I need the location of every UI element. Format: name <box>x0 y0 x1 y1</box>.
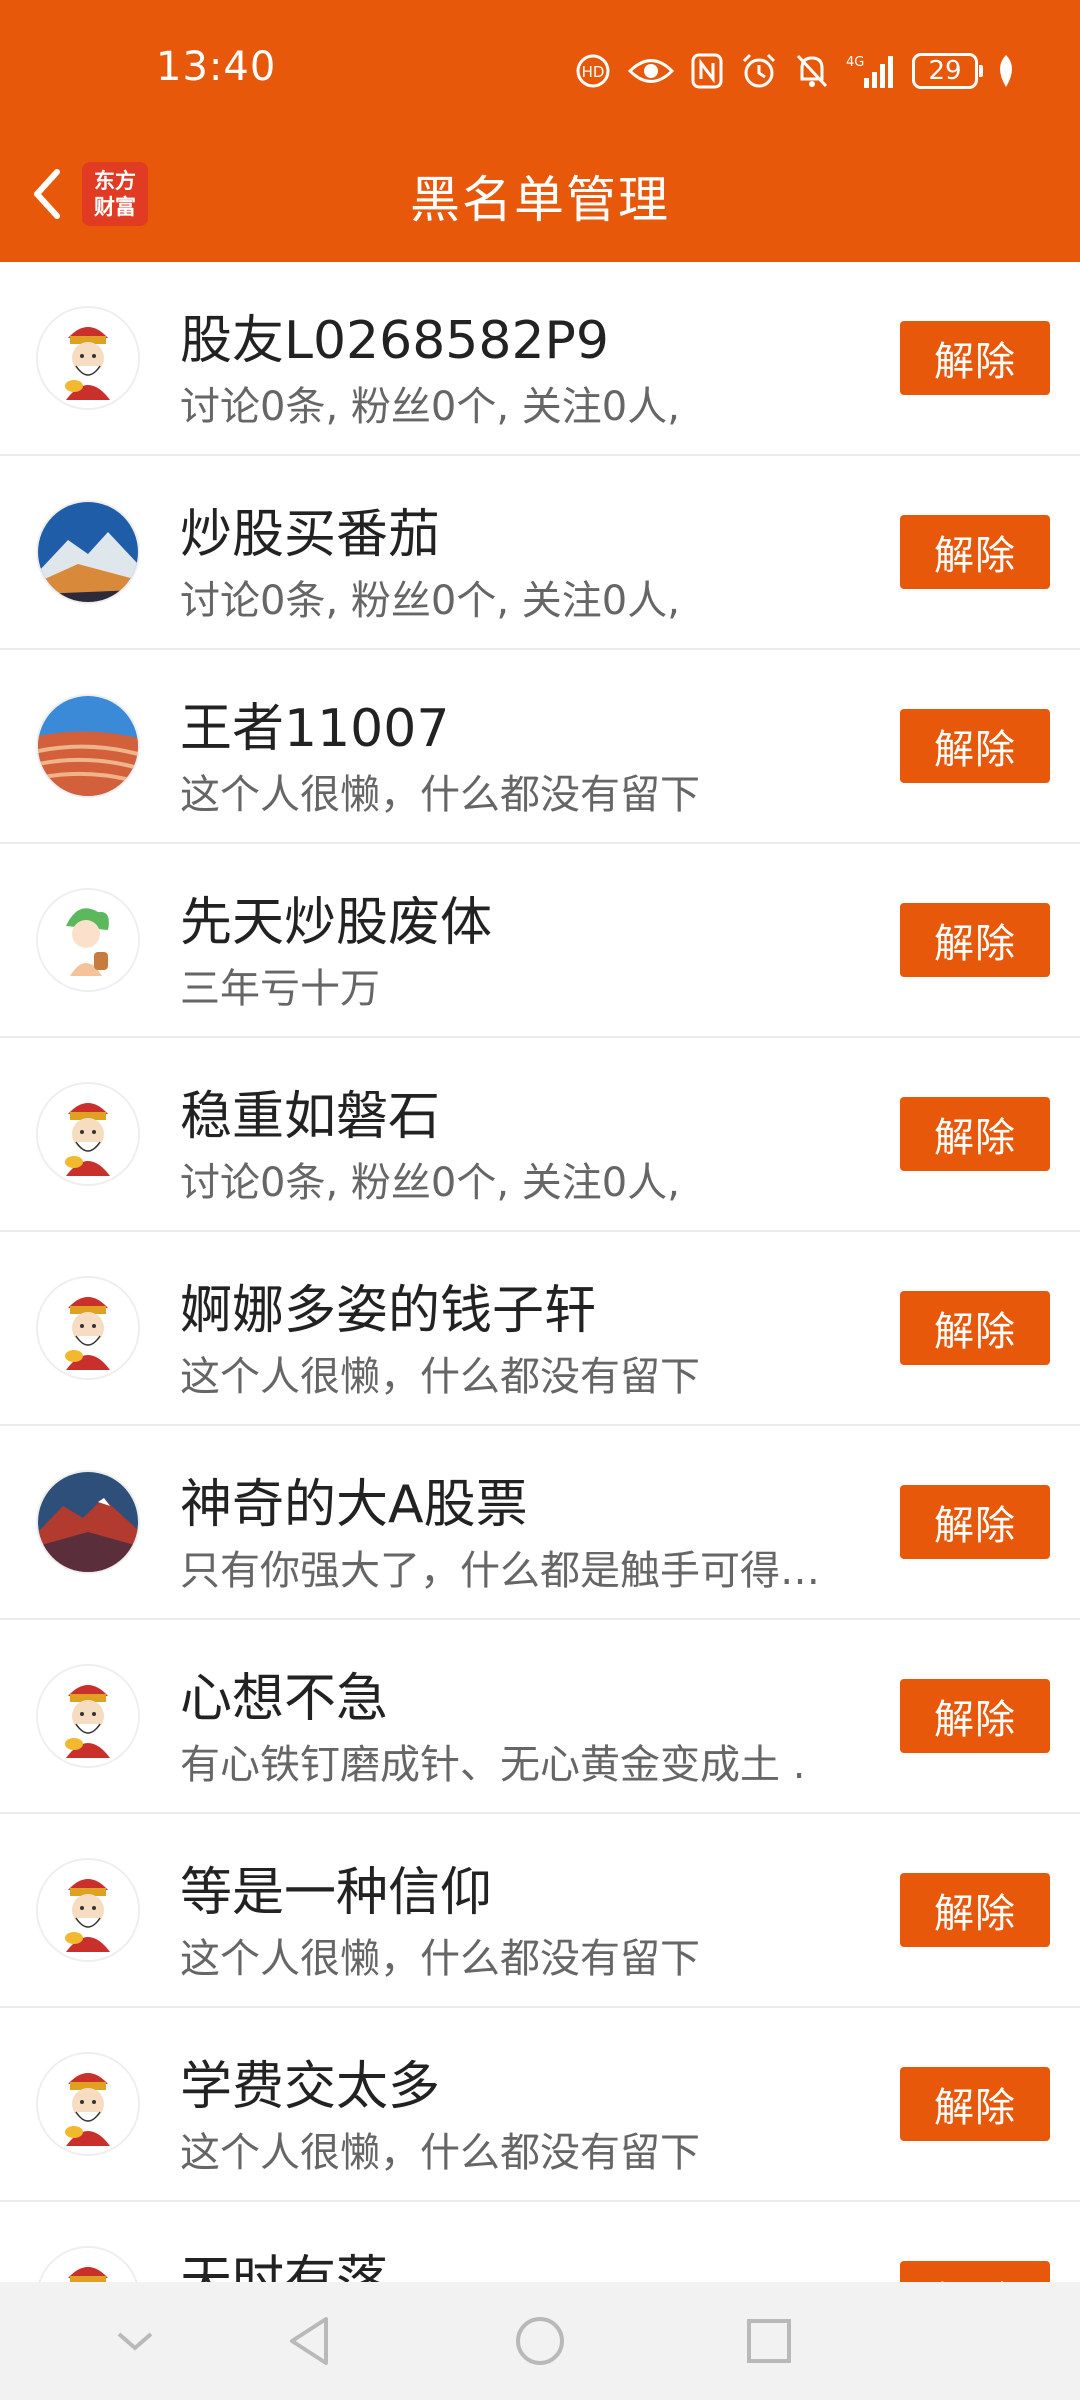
back-triangle-icon[interactable] <box>274 2306 344 2376</box>
user-name[interactable]: 婀娜多姿的钱子轩 <box>180 1268 596 1343</box>
avatar[interactable] <box>36 1276 140 1380</box>
avatar[interactable] <box>36 1082 140 1186</box>
avatar[interactable] <box>36 888 140 992</box>
mute-icon <box>794 52 830 90</box>
status-icons: HD 4G 29 <box>574 48 1018 94</box>
user-bio: 有心铁钉磨成针、无心黄金变成土 . <box>180 1742 806 1788</box>
user-name[interactable]: 王者11007 <box>180 686 449 761</box>
user-bio: 讨论0条, 粉丝0个, 关注0人, <box>180 384 680 430</box>
hd-call-icon: HD <box>574 52 612 90</box>
home-circle-icon[interactable] <box>505 2306 575 2376</box>
remove-button[interactable]: 解除 <box>900 1485 1050 1559</box>
remove-button[interactable]: 解除 <box>900 903 1050 977</box>
user-bio: 只有你强大了，什么都是触手可得… <box>180 1548 820 1594</box>
avatar[interactable] <box>36 306 140 410</box>
avatar[interactable] <box>36 500 140 604</box>
user-name[interactable]: 学费交太多 <box>180 2044 440 2119</box>
remove-button[interactable]: 解除 <box>900 1291 1050 1365</box>
svg-text:4G: 4G <box>846 55 864 70</box>
avatar[interactable] <box>36 1858 140 1962</box>
list-item: 稳重如磐石讨论0条, 粉丝0个, 关注0人, 解除 <box>0 1038 1080 1232</box>
status-time: 13:40 <box>156 44 277 90</box>
user-bio: 三年亏十万 <box>180 966 380 1012</box>
user-name[interactable]: 神奇的大A股票 <box>180 1462 528 1537</box>
remove-button[interactable]: 解除 <box>900 709 1050 783</box>
system-nav-bar <box>0 2282 1080 2400</box>
user-name[interactable]: 股友L0268582P9 <box>180 298 609 373</box>
alarm-icon <box>740 52 778 90</box>
user-name[interactable]: 心想不急 <box>180 1656 388 1731</box>
remove-button[interactable]: 解除 <box>900 1679 1050 1753</box>
user-bio: 讨论0条, 粉丝0个, 关注0人, <box>180 1160 680 1206</box>
avatar[interactable] <box>36 694 140 798</box>
list-item: 王者11007 这个人很懒，什么都没有留下 解除 <box>0 650 1080 844</box>
user-bio: 讨论0条, 粉丝0个, 关注0人, <box>180 578 680 624</box>
user-name[interactable]: 稳重如磐石 <box>180 1074 440 1149</box>
avatar[interactable] <box>36 1664 140 1768</box>
top-bar: 13:40 HD 4G 29 东方 财富 黑名单管理 <box>0 0 1080 262</box>
list-item: 股友L0268582P9 讨论0条, 粉丝0个, 关注0人, 解除 <box>0 262 1080 456</box>
page-title: 黑名单管理 <box>410 171 670 229</box>
user-bio: 这个人很懒，什么都没有留下 <box>180 1936 700 1982</box>
signal-4g-icon: 4G <box>846 52 896 90</box>
eye-icon <box>628 56 674 86</box>
remove-button[interactable]: 解除 <box>900 2067 1050 2141</box>
remove-button[interactable]: 解除 <box>900 1873 1050 1947</box>
user-bio: 这个人很懒，什么都没有留下 <box>180 772 700 818</box>
battery-icon: 29 <box>912 53 983 89</box>
list-item: 神奇的大A股票只有你强大了，什么都是触手可得… 解除 <box>0 1426 1080 1620</box>
remove-button[interactable]: 解除 <box>900 321 1050 395</box>
recents-square-icon[interactable] <box>734 2306 804 2376</box>
user-bio: 这个人很懒，什么都没有留下 <box>180 1354 700 1400</box>
list-item: 学费交太多这个人很懒，什么都没有留下 解除 <box>0 2008 1080 2202</box>
user-name[interactable]: 先天炒股废体 <box>180 880 492 955</box>
leaf-icon <box>994 53 1018 89</box>
list-item: 炒股买番茄讨论0条, 粉丝0个, 关注0人, 解除 <box>0 456 1080 650</box>
list-item: 先天炒股废体三年亏十万 解除 <box>0 844 1080 1038</box>
list-item: 婀娜多姿的钱子轩这个人很懒，什么都没有留下 解除 <box>0 1232 1080 1426</box>
nfc-icon <box>690 52 724 90</box>
user-bio: 这个人很懒，什么都没有留下 <box>180 2130 700 2176</box>
avatar[interactable] <box>36 1470 140 1574</box>
remove-button[interactable]: 解除 <box>900 515 1050 589</box>
blacklist: 股友L0268582P9 讨论0条, 粉丝0个, 关注0人, 解除 炒股买番茄 讨论0条… <box>0 262 1080 2396</box>
collapse-chevron-icon[interactable] <box>100 2306 170 2376</box>
user-name[interactable]: 炒股买番茄 <box>180 492 440 567</box>
remove-button[interactable]: 解除 <box>900 1097 1050 1171</box>
user-name[interactable]: 等是一种信仰 <box>180 1850 492 1925</box>
list-item: 等是一种信仰这个人很懒，什么都没有留下 解除 <box>0 1814 1080 2008</box>
avatar[interactable] <box>36 2052 140 2156</box>
list-item: 心想不急有心铁钉磨成针、无心黄金变成土 . 解除 <box>0 1620 1080 1814</box>
svg-text:HD: HD <box>582 63 605 81</box>
